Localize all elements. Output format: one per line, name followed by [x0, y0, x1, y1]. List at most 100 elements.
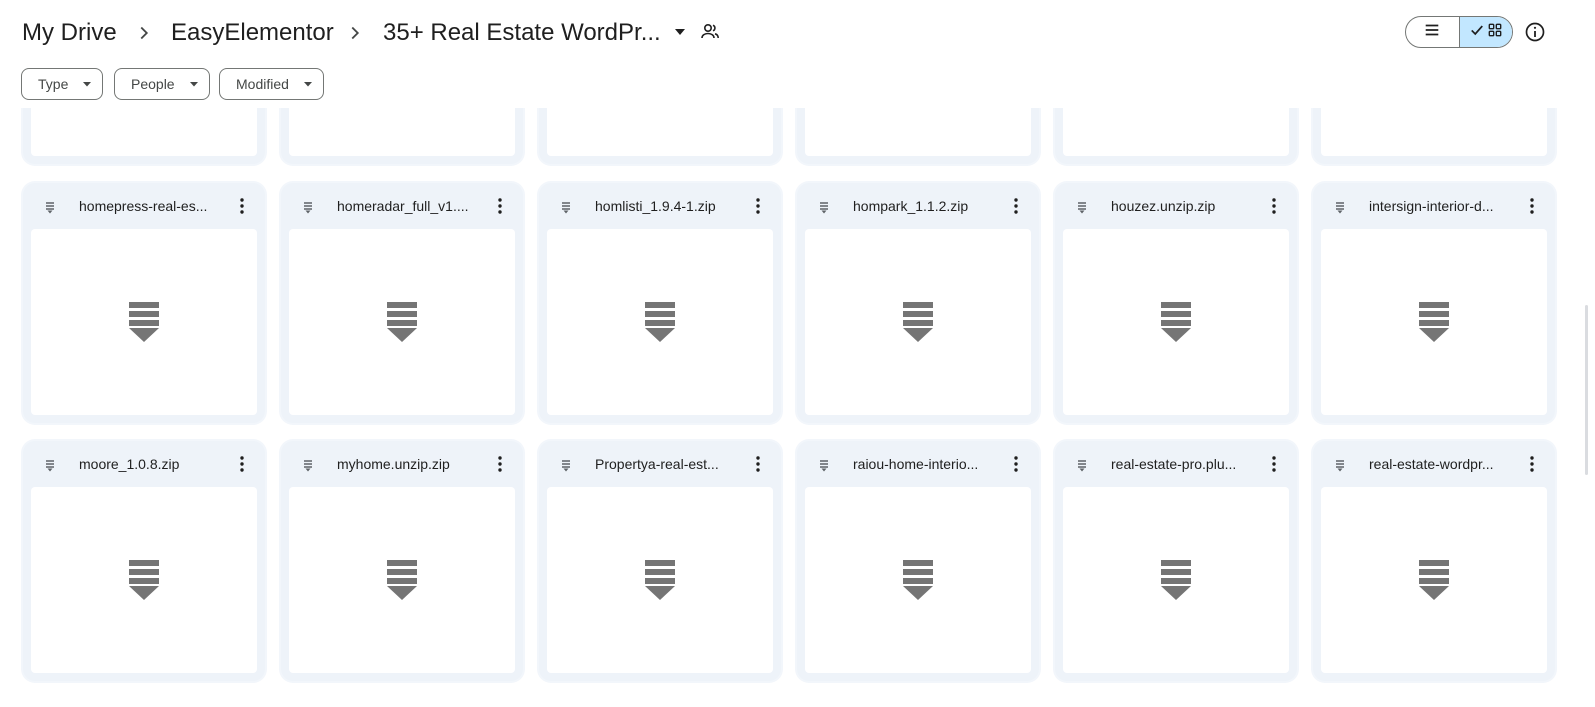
zip-icon [1335, 459, 1345, 472]
breadcrumb-easyelementor[interactable]: EasyElementor [171, 16, 334, 50]
zip-icon [1077, 459, 1087, 472]
grid-icon [1488, 23, 1502, 42]
filter-people-label: People [131, 76, 175, 92]
file-name: intersign-interior-d... [1369, 198, 1494, 214]
file-card[interactable]: Propertya-real-est... [539, 441, 781, 681]
file-card-header: real-estate-pro.plu... [1055, 441, 1297, 487]
people-icon[interactable] [698, 20, 722, 44]
file-thumbnail [289, 487, 515, 673]
file-card-partial[interactable] [1313, 108, 1555, 164]
file-card-header: myhome.unzip.zip [281, 441, 523, 487]
arrow-drop-down-icon[interactable] [672, 24, 688, 40]
arrow-drop-down-icon [189, 76, 199, 92]
file-card-header: raiou-home-interio... [797, 441, 1039, 487]
file-thumbnail [31, 108, 257, 156]
file-card[interactable]: houzez.unzip.zip [1055, 183, 1297, 423]
scrollbar[interactable] [1585, 305, 1588, 475]
top-bar: My Drive EasyElementor 35+ Real Estate W… [0, 0, 1595, 64]
file-card[interactable]: homlisti_1.9.4-1.zip [539, 183, 781, 423]
more-vert-icon[interactable] [1521, 453, 1543, 475]
file-card-header: Propertya-real-est... [539, 441, 781, 487]
zip-icon [386, 301, 418, 343]
file-card[interactable]: moore_1.0.8.zip [23, 441, 265, 681]
file-thumbnail [805, 487, 1031, 673]
filter-type-chip[interactable]: Type [21, 68, 104, 100]
info-icon[interactable] [1523, 20, 1547, 44]
file-grid: homepress-real-es... homeradar_full_v1..… [0, 108, 1595, 707]
file-thumbnail [805, 108, 1031, 156]
file-card[interactable]: homepress-real-es... [23, 183, 265, 423]
zip-icon [1418, 301, 1450, 343]
more-vert-icon[interactable] [1005, 453, 1027, 475]
chevron-right-icon [133, 22, 155, 44]
file-name: houzez.unzip.zip [1111, 198, 1216, 214]
file-name: myhome.unzip.zip [337, 456, 450, 472]
zip-icon [561, 201, 571, 214]
more-vert-icon[interactable] [231, 195, 253, 217]
file-name: homepress-real-es... [79, 198, 208, 214]
file-thumbnail [1063, 487, 1289, 673]
filter-modified-label: Modified [236, 76, 289, 92]
file-card-partial[interactable] [281, 108, 523, 164]
zip-icon [1160, 559, 1192, 601]
file-card[interactable]: raiou-home-interio... [797, 441, 1039, 681]
file-thumbnail [547, 487, 773, 673]
file-name: Propertya-real-est... [595, 456, 719, 472]
file-name: raiou-home-interio... [853, 456, 979, 472]
file-card[interactable]: real-estate-pro.plu... [1055, 441, 1297, 681]
file-card[interactable]: myhome.unzip.zip [281, 441, 523, 681]
file-card-header: real-estate-wordpr... [1313, 441, 1555, 487]
zip-icon [45, 459, 55, 472]
zip-icon [819, 459, 829, 472]
file-thumbnail [1321, 108, 1547, 156]
file-card-header: intersign-interior-d... [1313, 183, 1555, 229]
zip-icon [303, 201, 313, 214]
breadcrumb-current-folder[interactable]: 35+ Real Estate WordPr... [383, 16, 661, 50]
more-vert-icon[interactable] [489, 195, 511, 217]
list-view-button[interactable] [1406, 17, 1459, 47]
more-vert-icon[interactable] [747, 453, 769, 475]
more-vert-icon[interactable] [1005, 195, 1027, 217]
file-card[interactable]: homeradar_full_v1.... [281, 183, 523, 423]
file-thumbnail [289, 108, 515, 156]
zip-icon [1335, 201, 1345, 214]
file-card-header: houzez.unzip.zip [1055, 183, 1297, 229]
more-vert-icon[interactable] [1521, 195, 1543, 217]
file-thumbnail [31, 487, 257, 673]
file-thumbnail [547, 108, 773, 156]
zip-icon [644, 559, 676, 601]
file-card-partial[interactable] [797, 108, 1039, 164]
more-vert-icon[interactable] [1263, 195, 1285, 217]
filter-modified-chip[interactable]: Modified [219, 68, 324, 100]
file-card-header: moore_1.0.8.zip [23, 441, 265, 487]
zip-icon [902, 301, 934, 343]
filter-people-chip[interactable]: People [114, 68, 210, 100]
file-card[interactable]: hompark_1.1.2.zip [797, 183, 1039, 423]
file-thumbnail [31, 229, 257, 415]
file-name: moore_1.0.8.zip [79, 456, 180, 472]
more-vert-icon[interactable] [747, 195, 769, 217]
file-card-partial[interactable] [23, 108, 265, 164]
file-card-partial[interactable] [539, 108, 781, 164]
file-thumbnail [805, 229, 1031, 415]
file-thumbnail [1321, 487, 1547, 673]
arrow-drop-down-icon [82, 76, 92, 92]
file-thumbnail [1321, 229, 1547, 415]
file-name: hompark_1.1.2.zip [853, 198, 969, 214]
file-card[interactable]: intersign-interior-d... [1313, 183, 1555, 423]
file-thumbnail [1063, 229, 1289, 415]
more-vert-icon[interactable] [231, 453, 253, 475]
view-toggle [1405, 16, 1513, 48]
file-name: real-estate-pro.plu... [1111, 456, 1237, 472]
file-card[interactable]: real-estate-wordpr... [1313, 441, 1555, 681]
file-card-partial[interactable] [1055, 108, 1297, 164]
check-icon [1470, 23, 1484, 42]
zip-icon [1077, 201, 1087, 214]
grid-view-button[interactable] [1458, 17, 1512, 47]
file-card-header: homepress-real-es... [23, 183, 265, 229]
zip-icon [902, 559, 934, 601]
more-vert-icon[interactable] [489, 453, 511, 475]
more-vert-icon[interactable] [1263, 453, 1285, 475]
file-card-header: homeradar_full_v1.... [281, 183, 523, 229]
breadcrumb-my-drive[interactable]: My Drive [22, 16, 117, 50]
